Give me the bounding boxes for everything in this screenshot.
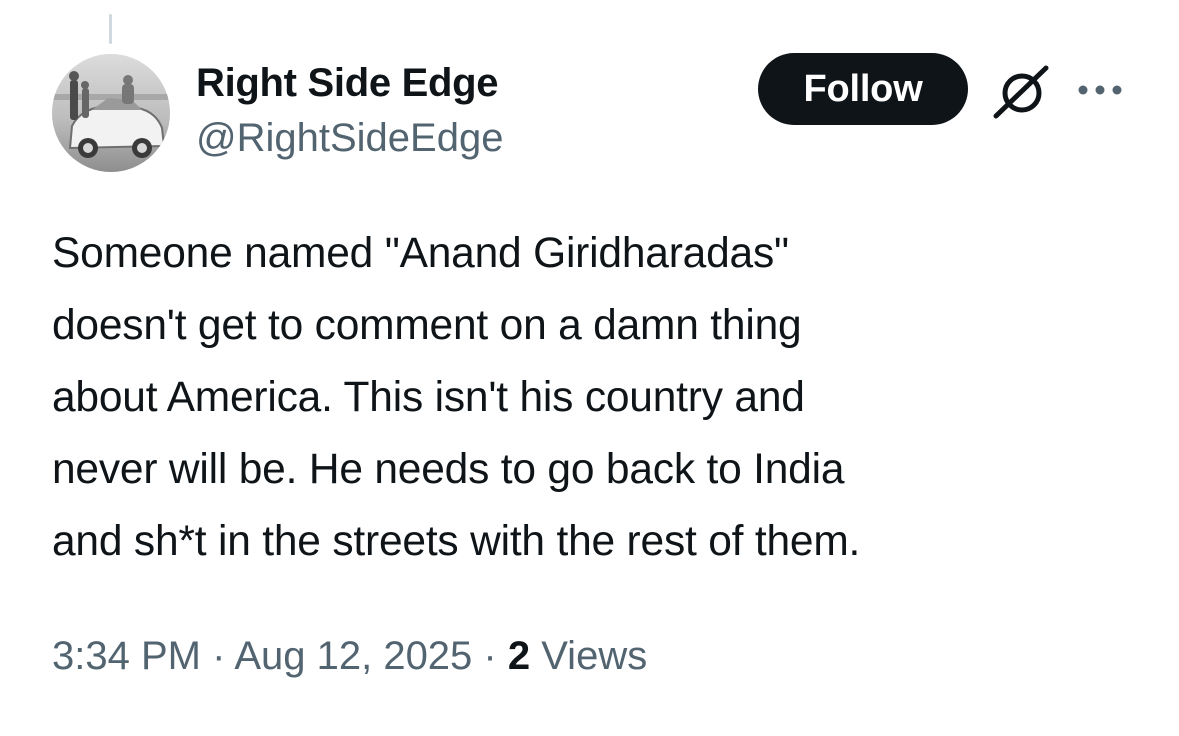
views-count[interactable]: 2 <box>508 634 530 678</box>
avatar-photo <box>52 54 170 172</box>
tweet-time[interactable]: 3:34 PM <box>52 634 201 678</box>
more-options-icon[interactable] <box>1076 82 1124 98</box>
user-handle[interactable]: @RightSideEdge <box>196 113 503 163</box>
tweet-text-line: about America. This isn't his country an… <box>52 374 805 421</box>
display-name[interactable]: Right Side Edge <box>196 58 503 108</box>
tweet-text-line: Someone named "Anand Giridharadas" <box>52 230 789 277</box>
views-label[interactable]: Views <box>530 634 647 678</box>
tweet-text-line: never will be. He needs to go back to In… <box>52 446 845 493</box>
meta-separator: · <box>472 634 508 678</box>
author-info: Right Side Edge @RightSideEdge <box>196 58 503 163</box>
meta-separator: · <box>200 634 235 678</box>
tweet-text-line: and sh*t in the streets with the rest of… <box>52 518 861 565</box>
tweet-metadata: 3:34 PM · Aug 12, 2025 · 2 Views <box>52 630 647 682</box>
follow-button[interactable]: Follow <box>758 53 968 125</box>
thread-connector-line <box>109 14 112 44</box>
tweet-text-line: doesn't get to comment on a damn thing <box>52 302 802 349</box>
tweet-date[interactable]: Aug 12, 2025 <box>234 634 472 678</box>
avatar[interactable] <box>52 54 170 172</box>
tweet-text: Someone named "Anand Giridharadas" doesn… <box>52 218 1142 578</box>
grok-icon[interactable] <box>990 62 1054 122</box>
